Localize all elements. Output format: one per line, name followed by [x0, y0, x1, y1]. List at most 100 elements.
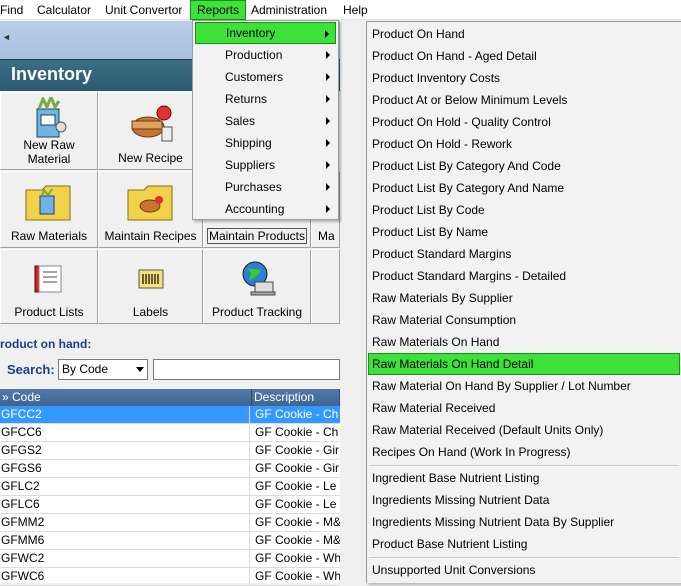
menu-item-raw-materials-on-hand[interactable]: Raw Materials On Hand [368, 331, 680, 353]
tile-raw-materials[interactable]: Raw Materials [0, 171, 98, 248]
cell-code: GFWC6 [0, 568, 250, 586]
menu-item-recipes-on-hand[interactable]: Recipes On Hand (Work In Progress) [368, 441, 680, 463]
inventory-submenu: Product On Hand Product On Hand - Aged D… [366, 21, 681, 583]
cell-code: GFCC2 [0, 406, 250, 424]
table-row[interactable]: GFCC6 GF Cookie - Ch [0, 424, 340, 442]
menu-help[interactable]: Help [337, 0, 374, 20]
menu-item-accounting[interactable]: Accounting [195, 198, 336, 220]
menu-item-raw-materials-by-supplier[interactable]: Raw Materials By Supplier [368, 287, 680, 309]
menu-item-returns[interactable]: Returns [195, 88, 336, 110]
menu-item-product-base-nutrient-listing[interactable]: Product Base Nutrient Listing [368, 533, 680, 555]
cell-description: GF Cookie - Ch [255, 425, 339, 439]
column-header-code[interactable]: » Code [0, 389, 252, 406]
menu-item-product-below-minimum[interactable]: Product At or Below Minimum Levels [368, 89, 680, 111]
menu-item-label: Suppliers [225, 158, 276, 172]
menu-item-label: Customers [225, 70, 284, 84]
recipe-icon [131, 105, 172, 142]
tile-label: Raw Materials [10, 229, 88, 243]
tile-label: New Recipe [118, 151, 183, 165]
tile-new-raw-material[interactable]: New Raw Material [0, 92, 98, 170]
menu-item-product-list-category-name[interactable]: Product List By Category And Name [368, 177, 680, 199]
chevron-right-icon [326, 95, 330, 103]
arrow-icon: ◄ [2, 32, 11, 42]
menu-item-product-list-name[interactable]: Product List By Name [368, 221, 680, 243]
table-row[interactable]: GFWC2 GF Cookie - Wh [0, 550, 340, 568]
table-row[interactable]: GFMM2 GF Cookie - M& [0, 514, 340, 532]
column-header-description[interactable]: Description [252, 389, 340, 406]
folder-icon [127, 185, 172, 221]
tile-label: Maintain Recipes [104, 229, 197, 243]
table-row[interactable]: GFCC2 GF Cookie - Ch [0, 406, 340, 424]
menu-item-raw-material-on-hand-by-supplier-lot[interactable]: Raw Material On Hand By Supplier / Lot N… [368, 375, 680, 397]
menu-item-shipping[interactable]: Shipping [195, 132, 336, 154]
menu-unit-convertor[interactable]: Unit Convertor [99, 0, 188, 20]
menu-item-product-inventory-costs[interactable]: Product Inventory Costs [368, 67, 680, 89]
cell-description: GF Cookie - Wh [255, 569, 340, 583]
menu-item-product-standard-margins-detailed[interactable]: Product Standard Margins - Detailed [368, 265, 680, 287]
cell-code: GFGS6 [0, 460, 250, 478]
chevron-right-icon [326, 139, 330, 147]
menu-item-sales[interactable]: Sales [195, 110, 336, 132]
menu-item-ingredients-missing-nutrient-data[interactable]: Ingredients Missing Nutrient Data [368, 489, 680, 511]
table-row[interactable]: GFLC6 GF Cookie - Le [0, 496, 340, 514]
menu-bar: Find Calculator Unit Convertor Reports A… [0, 0, 681, 20]
cell-description: GF Cookie - Wh [255, 551, 340, 565]
menu-item-product-on-hold-qc[interactable]: Product On Hold - Quality Control [368, 111, 680, 133]
menu-item-production[interactable]: Production [195, 44, 336, 66]
menu-find[interactable]: Find [0, 0, 29, 20]
raw-material-icon [36, 97, 67, 138]
folder-icon [25, 185, 71, 221]
product-on-hand-label: roduct on hand: [0, 337, 92, 351]
tile-product-tracking[interactable]: Product Tracking [203, 249, 311, 324]
menu-item-label: Inventory [226, 26, 276, 40]
chevron-right-icon [326, 183, 330, 191]
table-row[interactable]: GFLC2 GF Cookie - Le [0, 478, 340, 496]
menu-item-ingredient-base-nutrient-listing[interactable]: Ingredient Base Nutrient Listing [368, 467, 680, 489]
menu-item-product-list-category-code[interactable]: Product List By Category And Code [368, 155, 680, 177]
menu-item-suppliers[interactable]: Suppliers [195, 154, 336, 176]
menu-item-product-on-hand[interactable]: Product On Hand [368, 23, 680, 45]
cell-description: GF Cookie - Gir [255, 461, 340, 475]
cell-code: GFLC2 [0, 478, 250, 496]
menu-item-label: Returns [225, 92, 268, 106]
menu-item-customers[interactable]: Customers [195, 66, 336, 88]
menu-item-purchases[interactable]: Purchases [195, 176, 336, 198]
menu-calculator[interactable]: Calculator [31, 0, 97, 20]
table-row[interactable]: GFGS6 GF Cookie - Gir [0, 460, 340, 478]
cell-description: GF Cookie - M& [255, 515, 340, 529]
menu-item-label: Shipping [225, 136, 272, 150]
menu-item-product-on-hand-aged-detail[interactable]: Product On Hand - Aged Detail [368, 45, 680, 67]
menu-item-inventory[interactable]: Inventory [195, 22, 336, 44]
table-row[interactable]: GFWC6 GF Cookie - Wh [0, 568, 340, 586]
barcode-label-icon [138, 269, 163, 289]
menu-item-raw-material-received-default-units[interactable]: Raw Material Received (Default Units Onl… [368, 419, 680, 441]
cell-code: GFCC6 [0, 424, 250, 442]
menu-item-raw-materials-on-hand-detail[interactable]: Raw Materials On Hand Detail [368, 353, 680, 375]
menu-item-raw-material-received[interactable]: Raw Material Received [368, 397, 680, 419]
menu-item-unsupported-unit-conversions[interactable]: Unsupported Unit Conversions [368, 559, 680, 581]
cell-code: GFGS2 [0, 442, 250, 460]
menu-item-raw-material-consumption[interactable]: Raw Material Consumption [368, 309, 680, 331]
product-table: » Code Description GFCC2 GF Cookie - Ch … [0, 389, 340, 586]
table-row[interactable]: GFGS2 GF Cookie - Gir [0, 442, 340, 460]
menu-item-product-standard-margins[interactable]: Product Standard Margins [368, 243, 680, 265]
cell-description: GF Cookie - Le [255, 479, 337, 493]
menu-item-product-on-hold-rework[interactable]: Product On Hold - Rework [368, 133, 680, 155]
chevron-right-icon [326, 161, 330, 169]
chevron-right-icon [326, 205, 330, 213]
tile-new-recipe[interactable]: New Recipe [98, 92, 203, 170]
chevron-right-icon [326, 117, 330, 125]
table-row[interactable]: GFMM6 GF Cookie - M& [0, 532, 340, 550]
chevron-right-icon [326, 51, 330, 59]
tile-maintain-recipes[interactable]: Maintain Recipes [98, 171, 203, 248]
tile-product-lists[interactable]: Product Lists [0, 249, 98, 324]
menu-item-ingredients-missing-nutrient-data-supplier[interactable]: Ingredients Missing Nutrient Data By Sup… [368, 511, 680, 533]
search-by-select[interactable]: By Code [58, 359, 148, 380]
menu-reports[interactable]: Reports [190, 0, 247, 20]
menu-administration[interactable]: Administration [245, 0, 333, 20]
menu-item-product-list-code[interactable]: Product List By Code [368, 199, 680, 221]
search-input[interactable] [153, 359, 340, 380]
cell-code: GFMM6 [0, 532, 250, 550]
tile-labels[interactable]: Labels [98, 249, 203, 324]
globe-computer-icon [242, 261, 276, 296]
